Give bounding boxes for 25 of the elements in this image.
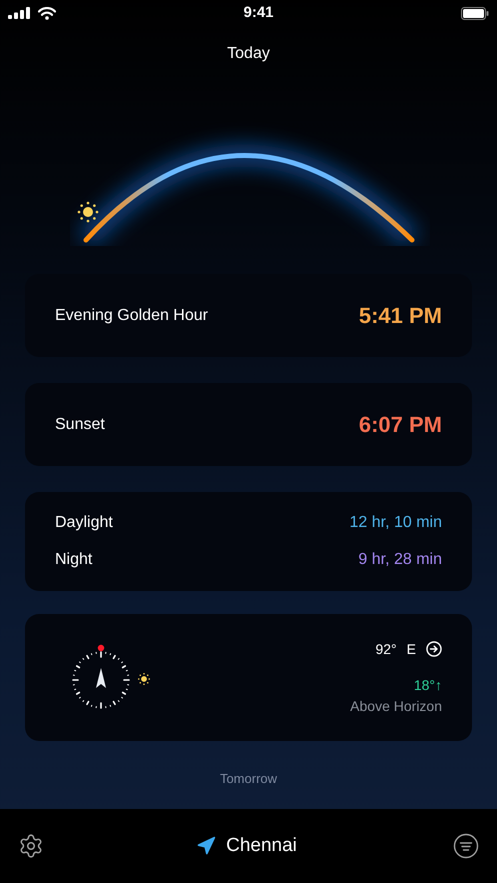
battery-icon (461, 6, 489, 20)
elevation-value: 18°↑ (414, 676, 442, 694)
status-time: 9:41 (243, 2, 274, 23)
duration-label: Night (55, 550, 92, 570)
sun-icon (76, 200, 100, 224)
sun-icon (137, 672, 151, 686)
event-time: 6:07 PM (358, 411, 442, 439)
signal-icon (8, 7, 30, 19)
location-name[interactable]: Chennai (226, 832, 297, 860)
location-arrow-icon (196, 836, 216, 856)
elevation-label: Above Horizon (350, 696, 442, 716)
event-label: Sunset (55, 414, 105, 434)
arrow-circle-icon (426, 641, 442, 657)
duration-label: Daylight (55, 513, 113, 533)
day-title: Today (227, 44, 270, 64)
azimuth-direction: E (406, 640, 416, 658)
event-label: Evening Golden Hour (55, 306, 208, 326)
settings-button[interactable] (18, 833, 44, 859)
wifi-icon (38, 6, 56, 20)
tomorrow-link[interactable]: Tomorrow (220, 769, 278, 786)
filter-button[interactable] (453, 833, 479, 859)
azimuth-degrees: 92° (375, 640, 397, 658)
event-time: 5:41 PM (358, 302, 442, 330)
duration-value: 9 hr, 28 min (358, 550, 442, 570)
duration-value: 12 hr, 10 min (350, 513, 442, 533)
